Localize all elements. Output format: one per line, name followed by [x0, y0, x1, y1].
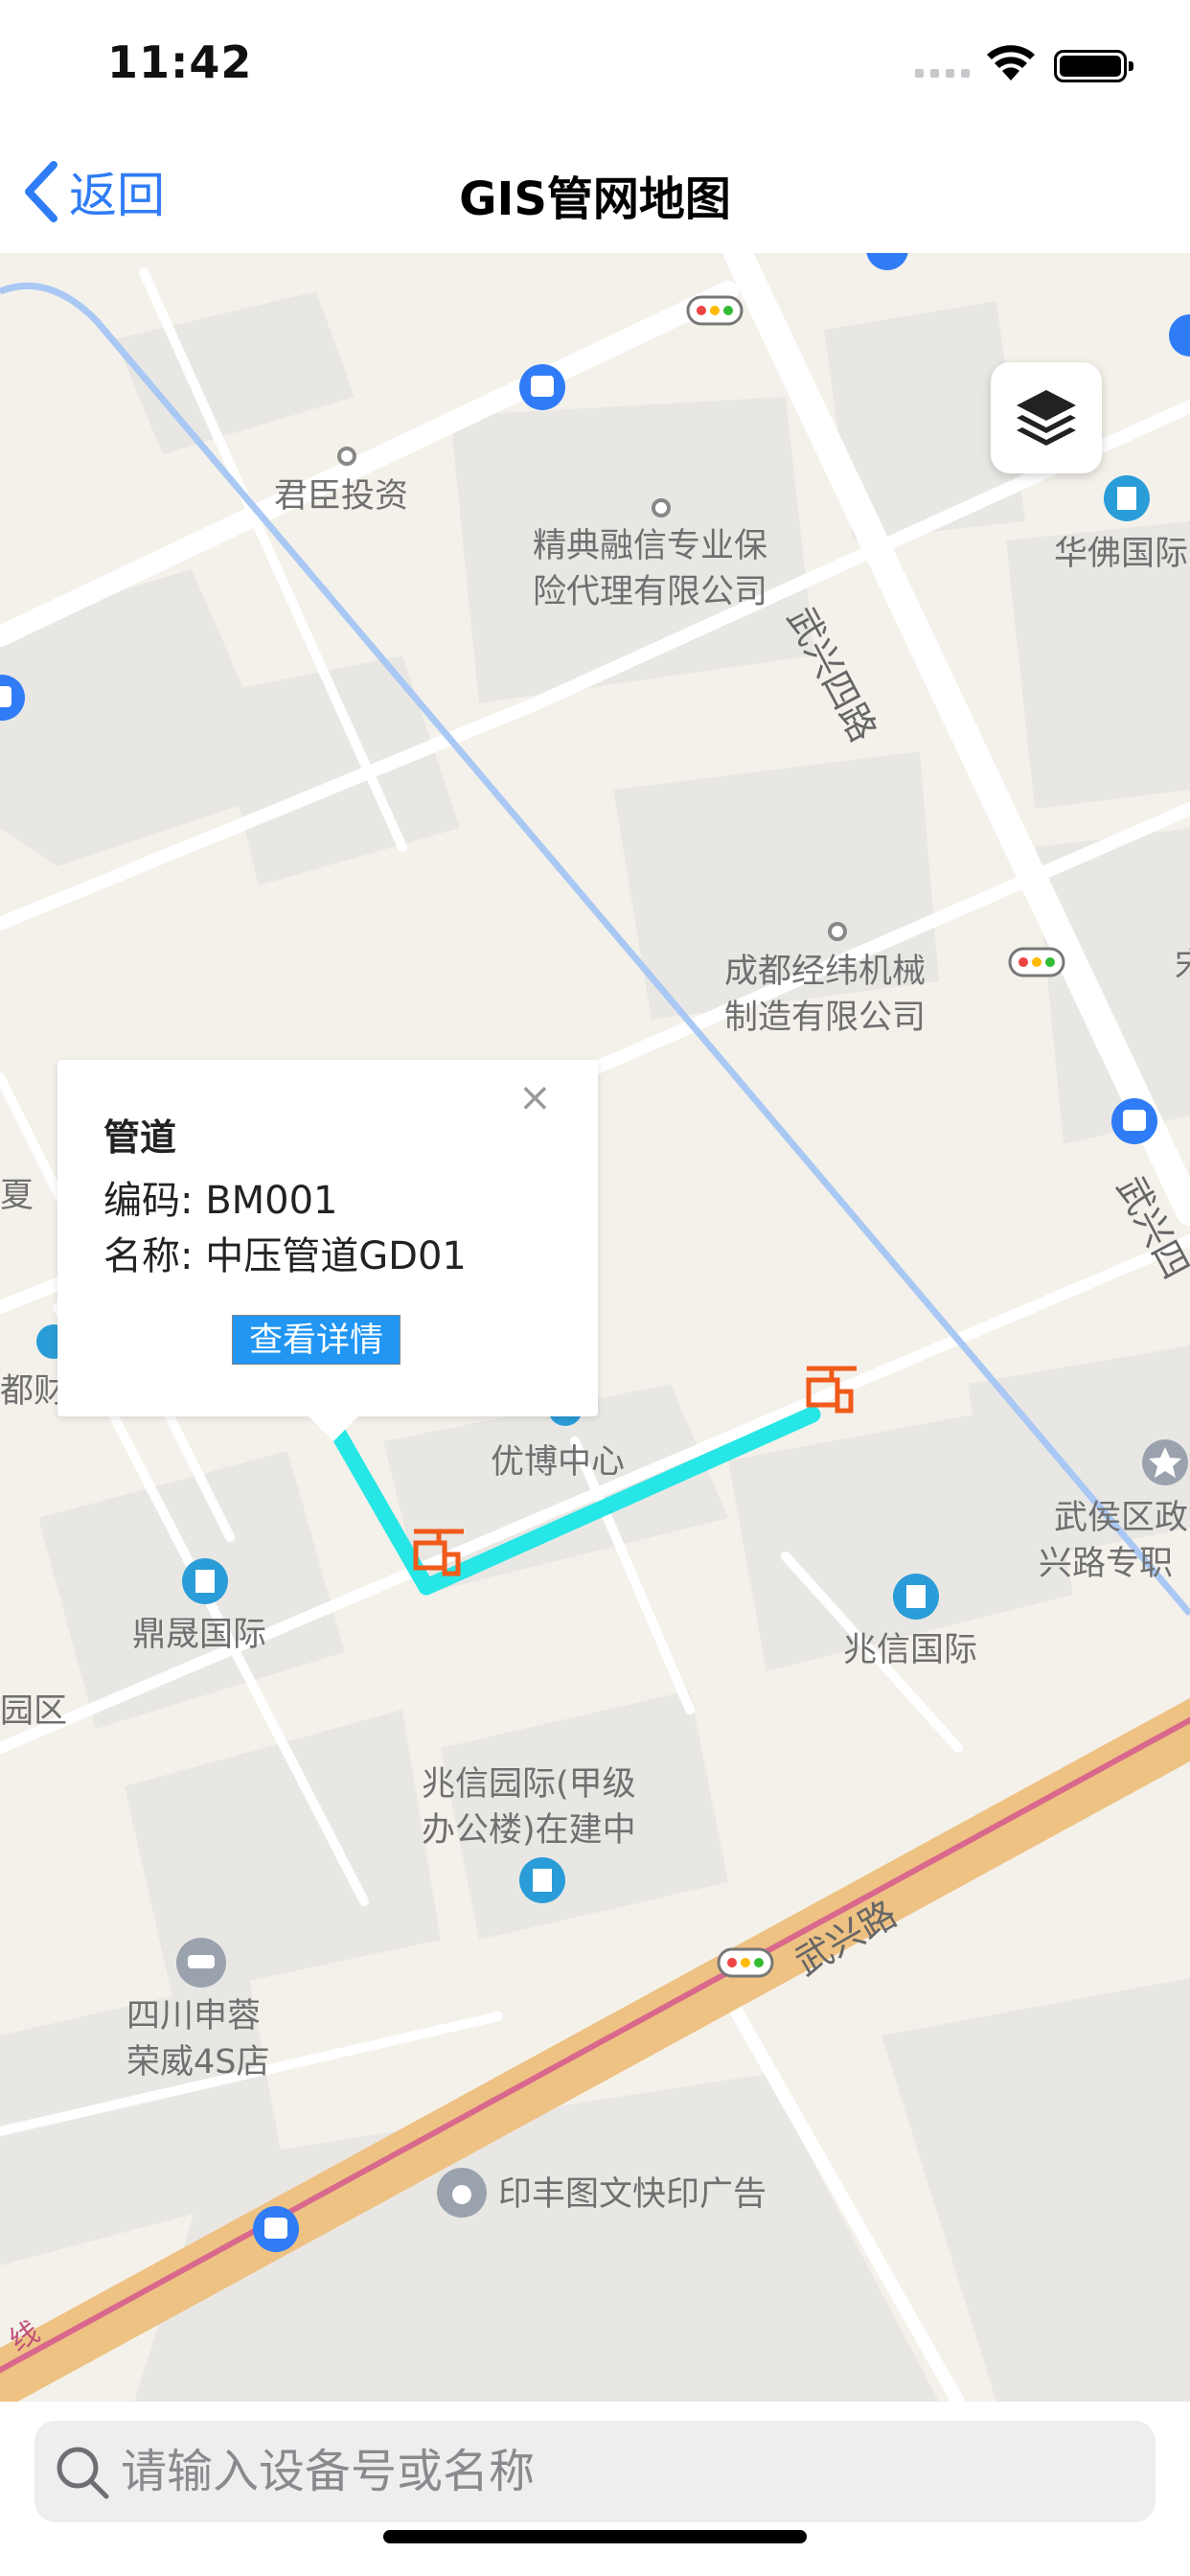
poi-label-dingsheng: 鼎晟国际: [132, 1616, 267, 1654]
camera-icon: [437, 2168, 487, 2218]
status-time: 11:42: [107, 36, 253, 88]
layers-icon: [1017, 390, 1076, 446]
building-icon: [182, 1558, 228, 1604]
bottom-search-bar: [0, 2402, 1190, 2576]
building-icon: [1104, 475, 1150, 521]
status-bar: 11:42: [0, 0, 1190, 128]
popup-name: 名称: 中压管道GD01: [103, 1234, 467, 1278]
star-poi-icon: [1142, 1439, 1188, 1485]
pipeline-info-popup: × 管道 编码: BM001 名称: 中压管道GD01 查看详情: [57, 1060, 598, 1441]
poi-label-wuhou-line1: 武侯区政: [1054, 1499, 1189, 1537]
page-title: GIS管网地图: [459, 172, 731, 226]
popup-title: 管道: [103, 1116, 177, 1159]
home-indicator: [383, 2530, 807, 2543]
poi-label-junchen: 君臣投资: [274, 477, 409, 516]
map-view[interactable]: 君臣投资 精典融信专业保 险代理有限公司 华佛国际 成都经纬机械 制造有限公司 …: [0, 253, 1190, 2402]
poi-label-jingdian-line1: 精典融信专业保: [533, 527, 768, 565]
building-icon: [519, 1857, 565, 1903]
poi-label-edge-xia: 夏: [0, 1177, 34, 1215]
poi-label-zhaoxin: 兆信国际: [843, 1631, 978, 1669]
traffic-light-icon: [1008, 947, 1065, 978]
cellular-signal-icon: [915, 65, 971, 79]
building-icon: [893, 1574, 939, 1620]
bus-stop-icon: [519, 364, 565, 410]
close-icon[interactable]: ×: [518, 1073, 552, 1120]
car-service-icon: [176, 1938, 226, 1988]
traffic-light-icon: [717, 1947, 774, 1978]
bus-stop-icon: [1111, 1098, 1157, 1144]
battery-icon: [1054, 50, 1133, 82]
poi-label-chengdu-line1: 成都经纬机械: [724, 953, 927, 991]
layer-switch-button[interactable]: [991, 362, 1102, 473]
poi-label-huafo: 华佛国际: [1054, 535, 1189, 573]
poi-label-jingdian-line2: 险代理有限公司: [533, 573, 768, 611]
wifi-icon: [987, 45, 1035, 80]
poi-label-sichuan-line2: 荣威4S店: [126, 2043, 270, 2082]
poi-label-zhaoxin-yuan-line1: 兆信园际(甲级: [422, 1765, 636, 1804]
poi-label-edge-song: 宋: [1175, 943, 1190, 989]
poi-label-youbo: 优博中心: [491, 1443, 626, 1482]
bus-stop-icon: [866, 253, 908, 270]
poi-label-zhaoxin-yuan-line2: 办公楼)在建中: [422, 1811, 636, 1850]
poi-label-yinfeng: 印丰图文快印广告: [498, 2175, 767, 2214]
search-box[interactable]: [34, 2421, 1156, 2522]
search-icon: [57, 2447, 109, 2499]
view-details-button[interactable]: 查看详情: [232, 1315, 400, 1365]
navigation-bar: 返回 GIS管网地图: [0, 128, 1190, 253]
popup-code: 编码: BM001: [103, 1179, 338, 1223]
poi-label-sichuan-line1: 四川申蓉: [126, 1997, 262, 2036]
poi-label-wuhou-line2: 兴路专职: [1039, 1545, 1174, 1583]
traffic-light-icon: [686, 295, 744, 326]
poi-label-chengdu-line2: 制造有限公司: [724, 999, 927, 1037]
search-input[interactable]: [121, 2421, 1136, 2522]
poi-label-edge-yuan: 园区: [0, 1692, 68, 1731]
bus-stop-icon: [253, 2206, 299, 2252]
